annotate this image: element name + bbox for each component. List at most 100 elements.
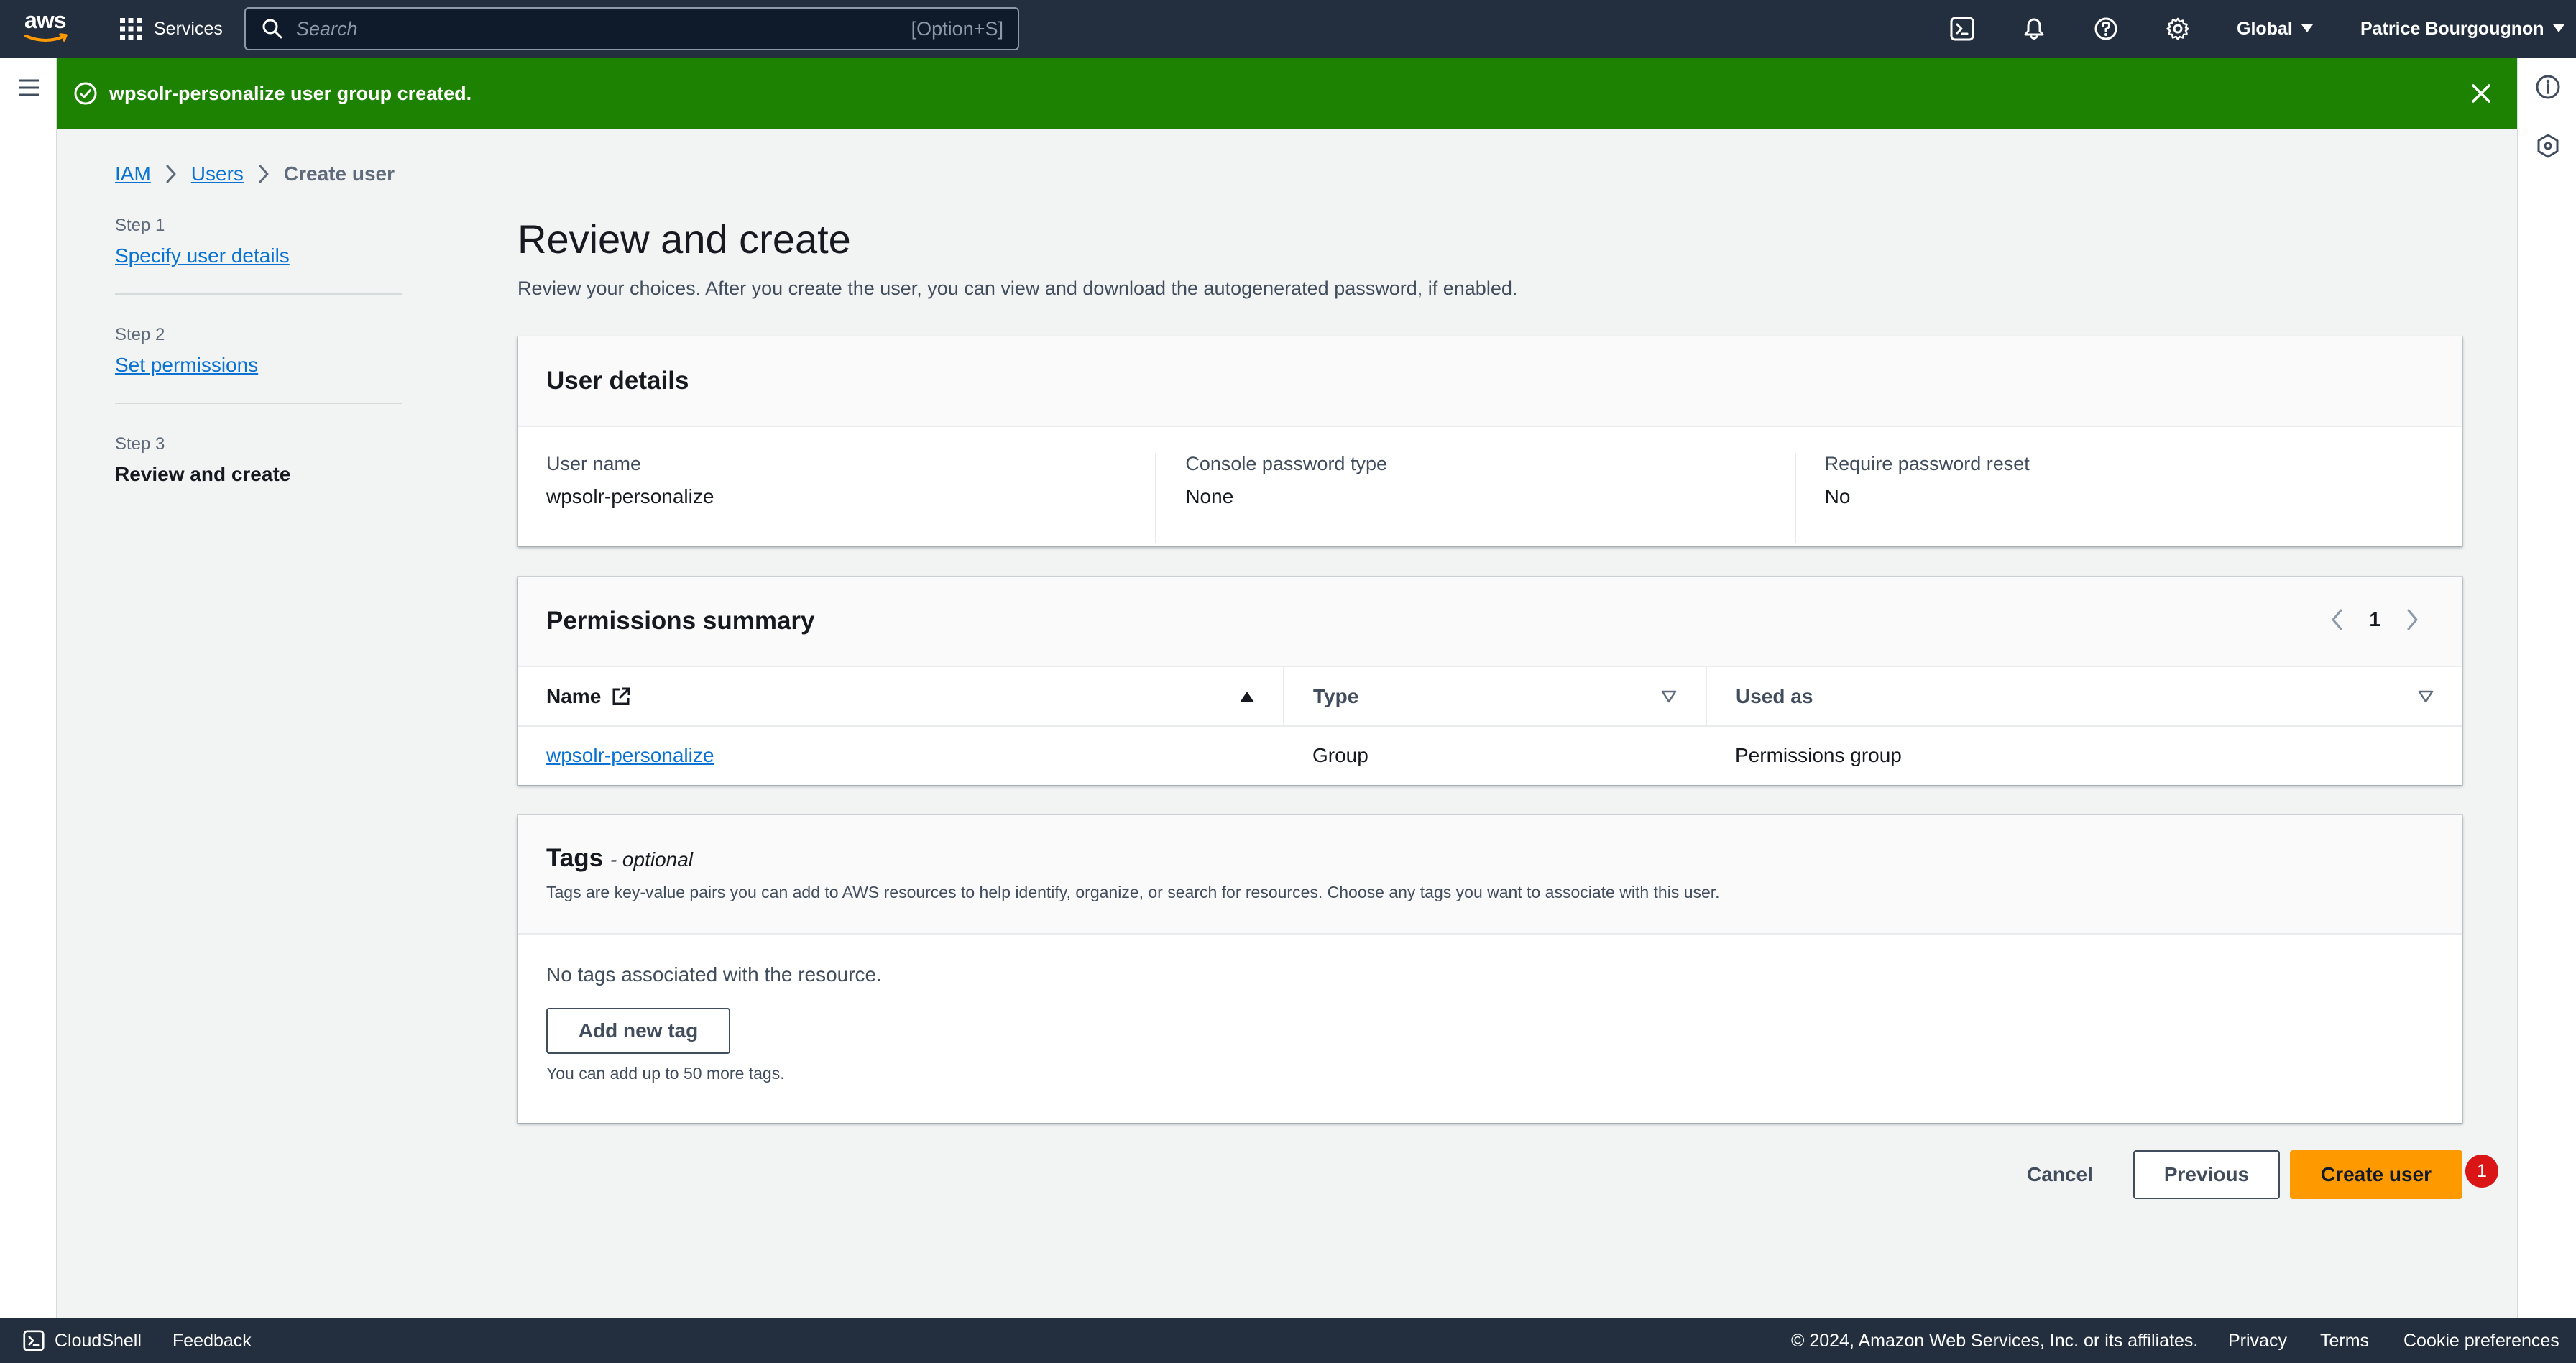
cancel-button[interactable]: Cancel <box>1984 1150 2136 1199</box>
step-number: Step 3 <box>115 434 165 454</box>
breadcrumb-separator <box>165 164 177 184</box>
cookie-preferences-link[interactable]: Cookie preferences <box>2404 1318 2559 1363</box>
column-label: Type <box>1313 684 1359 707</box>
column-header-name[interactable]: Name <box>518 667 1284 727</box>
chevron-right-icon[interactable] <box>2406 608 2419 631</box>
bell-icon <box>2024 18 2044 40</box>
cloudshell-icon <box>23 1330 45 1351</box>
sort-icon <box>2418 690 2434 702</box>
wizard-step: Step 2 Set permissions <box>115 325 402 404</box>
caret-down-icon <box>2301 24 2313 32</box>
search-icon <box>262 19 282 39</box>
tags-limit-note: You can add up to 50 more tags. <box>546 1064 785 1083</box>
step-current-review-and-create: Review and create <box>115 463 291 485</box>
resources-panel-button[interactable] <box>2534 132 2562 160</box>
detail-require-password-reset: Require password reset No <box>1794 453 2434 543</box>
services-label: Services <box>154 18 223 39</box>
panel-header: User details <box>518 336 2462 427</box>
region-label: Global <box>2237 18 2293 39</box>
page-number[interactable]: 1 <box>2369 608 2380 631</box>
services-menu[interactable]: Services <box>119 14 223 43</box>
permissions-heading: Permissions summary <box>546 607 815 635</box>
user-details-panel: User details User name wpsolr-personaliz… <box>518 336 2462 546</box>
create-user-button[interactable]: Create user <box>2290 1150 2462 1199</box>
page-title: Review and create <box>518 216 851 262</box>
detail-value: No <box>1824 485 1851 508</box>
detail-console-password-type: Console password type None <box>1155 453 1794 543</box>
add-new-tag-button[interactable]: Add new tag <box>546 1008 730 1054</box>
hexagon-icon <box>2537 134 2559 158</box>
tags-description: Tags are key-value pairs you can add to … <box>546 883 1720 901</box>
step-link-specify-user-details[interactable]: Specify user details <box>115 244 290 267</box>
breadcrumb-separator <box>258 164 270 184</box>
cell-used-as: Permissions group <box>1735 743 1902 766</box>
cloudshell-footer-button[interactable]: CloudShell <box>23 1318 142 1363</box>
right-rail <box>2517 58 2576 1318</box>
top-navigation: aws Services Search [Option+S] Global Pa… <box>0 0 2576 58</box>
detail-value: wpsolr-personalize <box>546 485 714 508</box>
breadcrumb: IAM Users Create user <box>115 160 395 188</box>
dismiss-flash-button[interactable] <box>2470 82 2493 105</box>
tags-panel: Tags - optional Tags are key-value pairs… <box>518 815 2462 1123</box>
aws-smile-icon <box>24 33 68 42</box>
wizard-steps: Step 1 Specify user details Step 2 Set p… <box>115 216 402 542</box>
feedback-link[interactable]: Feedback <box>172 1318 252 1363</box>
gear-icon <box>2166 17 2189 40</box>
breadcrumb-iam[interactable]: IAM <box>115 162 151 185</box>
left-rail <box>0 58 58 1318</box>
column-label: Name <box>546 684 602 707</box>
permissions-summary-panel: Permissions summary 1 Name Type Used as … <box>518 577 2462 785</box>
wizard-actions: Cancel Previous Create user <box>1984 1150 2487 1199</box>
detail-key: User name <box>546 453 642 474</box>
pagination: 1 <box>2330 608 2419 631</box>
cloudshell-label: CloudShell <box>55 1330 142 1351</box>
detail-key: Console password type <box>1185 453 1387 474</box>
panel-header: Tags - optional Tags are key-value pairs… <box>518 815 2462 935</box>
column-header-used-as[interactable]: Used as <box>1706 667 2462 727</box>
menu-toggle-button[interactable] <box>16 75 42 101</box>
cell-type: Group <box>1312 743 1368 766</box>
privacy-link[interactable]: Privacy <box>2228 1318 2287 1363</box>
column-header-type[interactable]: Type <box>1283 667 1706 727</box>
account-name: Patrice Bourgougnon <box>2360 18 2544 39</box>
sort-ascending-icon <box>1240 691 1254 702</box>
search-shortcut: [Option+S] <box>911 17 1003 40</box>
panel-header: Permissions summary <box>518 577 2462 667</box>
search-placeholder: Search <box>296 17 358 40</box>
info-icon <box>2536 75 2560 99</box>
aws-logo-text: aws <box>24 7 66 33</box>
footer: CloudShell Feedback © 2024, Amazon Web S… <box>0 1318 2576 1363</box>
detail-user-name: User name wpsolr-personalize <box>546 453 1155 543</box>
notification-badge: 1 <box>2465 1155 2498 1188</box>
previous-button[interactable]: Previous <box>2133 1150 2280 1199</box>
step-link-set-permissions[interactable]: Set permissions <box>115 354 258 376</box>
cloudshell-button[interactable] <box>1948 14 1977 43</box>
flash-message: wpsolr-personalize user group created. <box>109 82 472 104</box>
info-panel-button[interactable] <box>2534 73 2562 101</box>
apps-grid-icon <box>120 18 142 40</box>
help-button[interactable] <box>2092 14 2120 43</box>
help-icon <box>2094 17 2117 40</box>
user-details-heading: User details <box>546 367 689 395</box>
copyright-text: © 2024, Amazon Web Services, Inc. or its… <box>1791 1330 2199 1351</box>
close-icon <box>2472 84 2490 103</box>
wizard-step: Step 3 Review and create <box>115 434 402 512</box>
chevron-left-icon[interactable] <box>2330 608 2343 631</box>
chevron-right-icon <box>166 165 176 183</box>
column-label: Used as <box>1736 684 1813 707</box>
group-link[interactable]: wpsolr-personalize <box>546 744 714 766</box>
caret-down-icon <box>2552 24 2564 32</box>
search-input[interactable]: Search [Option+S] <box>244 7 1019 50</box>
settings-button[interactable] <box>2163 14 2192 43</box>
cell-name: wpsolr-personalize <box>518 726 1284 784</box>
permissions-table: Name Type Used as wpsolr-personalize Gro… <box>518 667 2462 784</box>
account-menu[interactable]: Patrice Bourgougnon <box>2360 14 2564 43</box>
user-details-grid: User name wpsolr-personalize Console pas… <box>518 427 2462 543</box>
aws-logo[interactable]: aws <box>24 9 72 49</box>
breadcrumb-users[interactable]: Users <box>191 162 244 185</box>
region-selector[interactable]: Global <box>2237 14 2313 43</box>
success-flash-banner: wpsolr-personalize user group created. <box>58 58 2517 129</box>
terms-link[interactable]: Terms <box>2320 1318 2369 1363</box>
step-number: Step 2 <box>115 325 165 344</box>
notifications-button[interactable] <box>2020 14 2048 43</box>
